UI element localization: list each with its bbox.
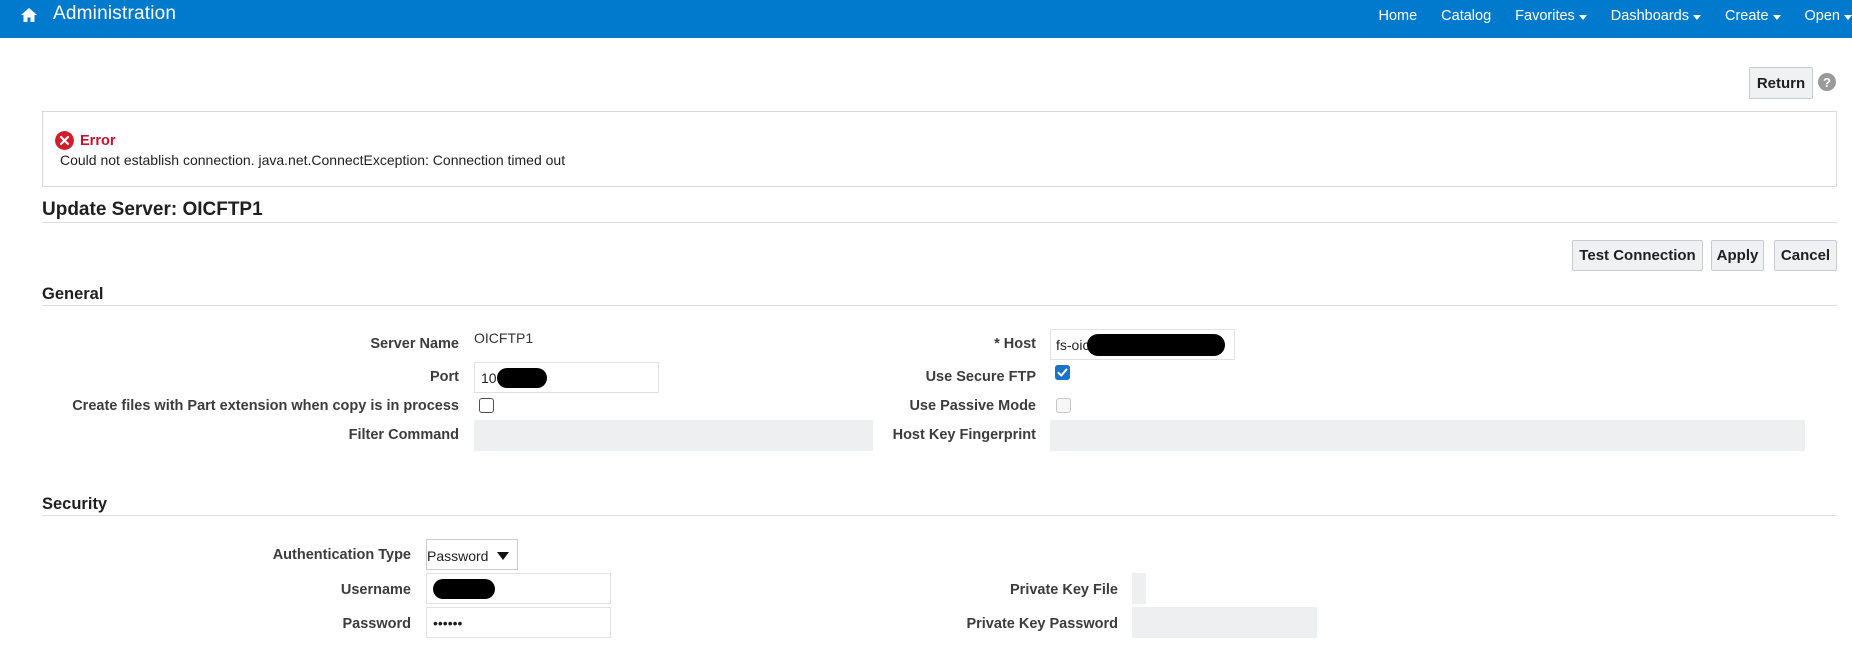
port-input[interactable]: 10 <box>474 362 659 393</box>
nav-create-label: Create <box>1724 8 1769 24</box>
general-heading: General <box>42 285 104 303</box>
username-label: Username <box>340 582 411 598</box>
test-connection-button[interactable]: Test Connection <box>1572 240 1703 271</box>
port-label: Port <box>430 369 459 385</box>
private-key-password-label: Private Key Password <box>966 616 1118 632</box>
title-divider <box>42 222 1837 223</box>
nav-open[interactable]: Open <box>1805 8 1852 24</box>
home-icon[interactable] <box>19 5 39 25</box>
error-message-box: Error Could not establish connection. ja… <box>42 111 1837 187</box>
error-title: Error <box>80 133 116 149</box>
host-key-fingerprint-label: Host Key Fingerprint <box>892 427 1036 443</box>
server-name-label: Server Name <box>370 336 459 352</box>
chevron-down-icon <box>1772 14 1781 20</box>
redaction-mark <box>433 578 495 599</box>
passive-mode-checkbox <box>1056 398 1071 413</box>
authentication-type-value: Password <box>427 548 489 564</box>
app-title: Administration <box>53 3 177 24</box>
chevron-down-icon <box>1692 14 1701 20</box>
authentication-type-select[interactable]: Password <box>426 539 518 570</box>
host-input[interactable]: fs-oic <box>1050 329 1235 360</box>
nav-catalog-label: Catalog <box>1441 8 1492 24</box>
error-text: Could not establish connection. java.net… <box>60 152 566 168</box>
part-extension-checkbox[interactable] <box>479 398 494 413</box>
nav-catalog[interactable]: Catalog <box>1441 8 1491 24</box>
security-divider <box>42 515 1837 516</box>
password-input[interactable]: •••••• <box>426 607 611 638</box>
error-icon <box>55 131 74 150</box>
filter-command-input <box>474 420 873 451</box>
password-label: Password <box>342 616 412 632</box>
top-bar: Administration Home Catalog Favorites Da… <box>0 0 1852 38</box>
redaction-mark <box>1087 334 1226 356</box>
private-key-password-input <box>1132 607 1317 638</box>
chevron-down-icon <box>497 552 509 560</box>
server-name-value: OICFTP1 <box>474 330 534 346</box>
secure-ftp-label: Use Secure FTP <box>925 369 1036 385</box>
security-heading: Security <box>42 495 108 513</box>
authentication-type-label: Authentication Type <box>272 547 411 563</box>
nav-favorites[interactable]: Favorites <box>1515 8 1587 24</box>
nav-home[interactable]: Home <box>1378 8 1417 24</box>
nav-dashboards[interactable]: Dashboards <box>1611 8 1701 24</box>
chevron-down-icon <box>1844 14 1852 20</box>
host-value: fs-oic <box>1056 337 1090 354</box>
cancel-button[interactable]: Cancel <box>1774 240 1837 271</box>
page-title: Update Server: OICFTP1 <box>42 199 263 220</box>
host-key-fingerprint-input <box>1050 420 1805 451</box>
username-input[interactable] <box>426 573 611 604</box>
private-key-file-input <box>1132 573 1146 604</box>
nav-dashboards-label: Dashboards <box>1610 8 1689 24</box>
nav-home-label: Home <box>1378 8 1418 24</box>
filter-command-label: Filter Command <box>348 427 459 443</box>
general-divider <box>42 305 1837 306</box>
private-key-file-label: Private Key File <box>1010 582 1118 598</box>
chevron-down-icon <box>1578 14 1587 20</box>
nav-open-label: Open <box>1804 8 1840 24</box>
nav-create[interactable]: Create <box>1725 8 1781 24</box>
apply-button[interactable]: Apply <box>1711 240 1764 271</box>
port-value: 10 <box>481 370 497 386</box>
host-label: * Host <box>994 336 1036 352</box>
return-button[interactable]: Return <box>1749 67 1813 99</box>
nav-favorites-label: Favorites <box>1515 8 1575 24</box>
help-icon[interactable]: ? <box>1818 73 1836 91</box>
top-nav: Home Catalog Favorites Dashboards Create… <box>1378 6 1852 26</box>
redaction-mark <box>496 367 547 388</box>
part-extension-label: Create files with Part extension when co… <box>72 398 459 414</box>
passive-mode-label: Use Passive Mode <box>909 398 1036 414</box>
secure-ftp-checkbox[interactable] <box>1055 365 1070 380</box>
